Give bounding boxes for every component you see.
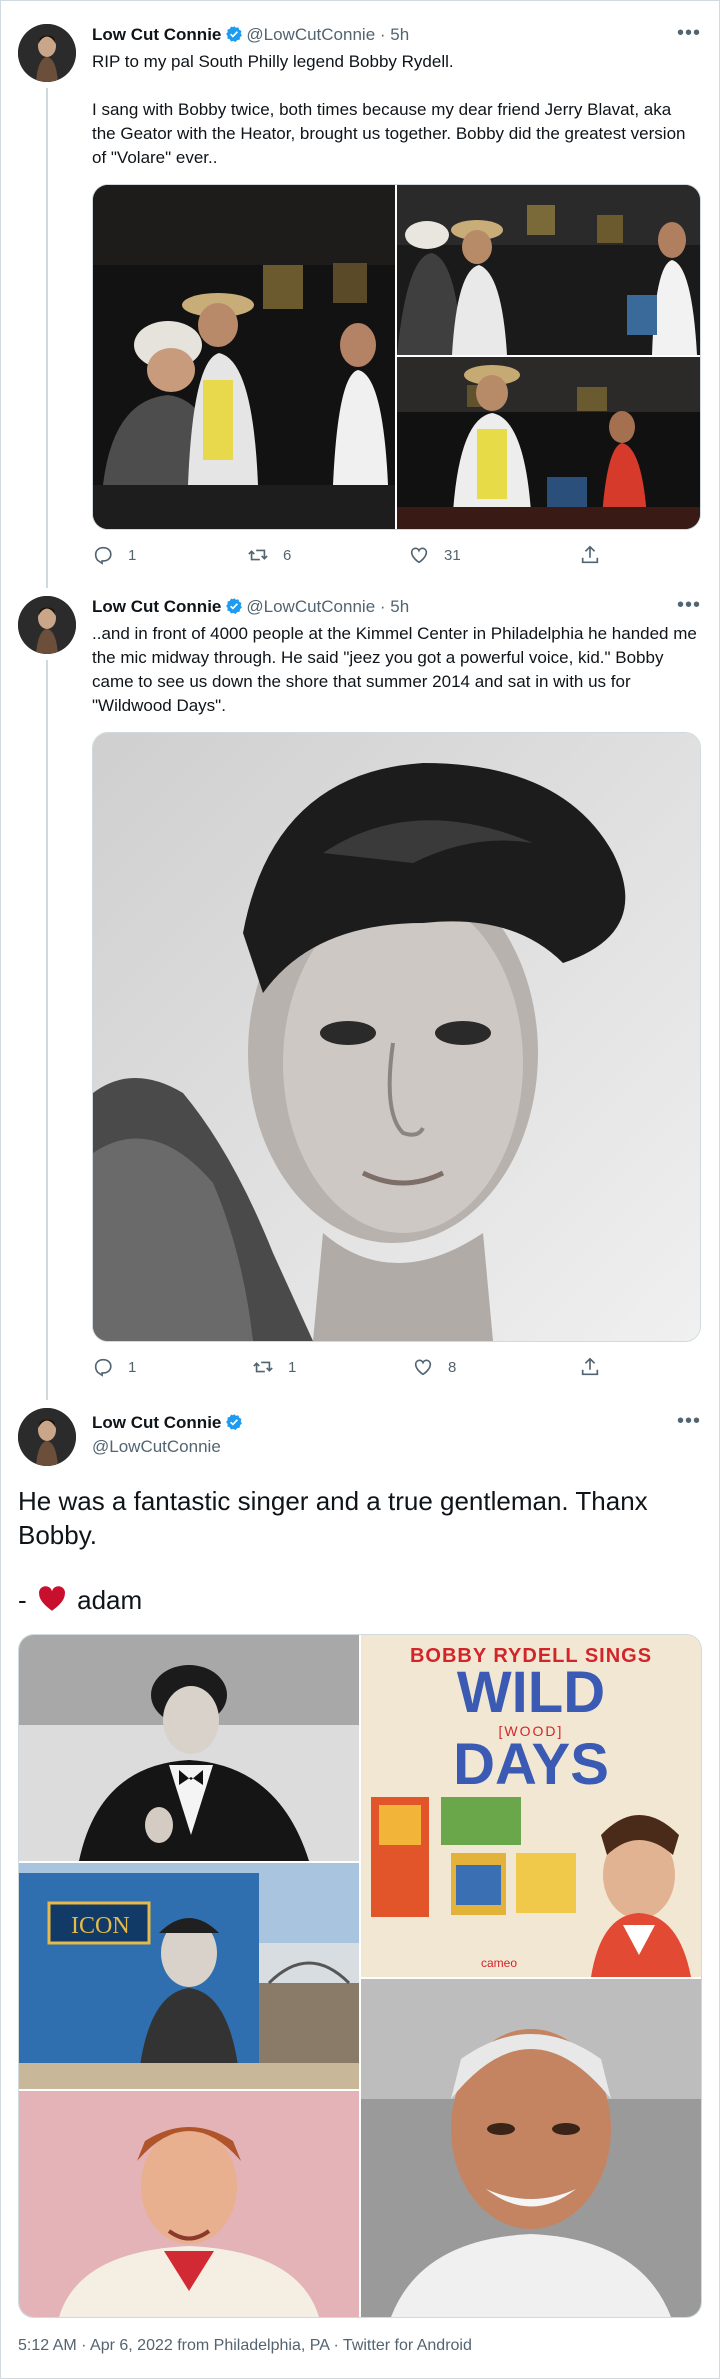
thread-line: [46, 88, 48, 588]
like-button[interactable]: 8: [412, 1356, 456, 1378]
photo-older-man[interactable]: [361, 1979, 701, 2317]
handle[interactable]: @LowCutConnie: [246, 597, 375, 616]
tweet-timestamp-footer[interactable]: 5:12 AM · Apr 6, 2022 from Philadelphia,…: [18, 2337, 472, 2355]
tweet-actions: 1 6 31: [92, 544, 697, 568]
tweet-text: RIP to my pal South Philly legend Bobby …: [92, 52, 686, 167]
tweet-media-grid[interactable]: [92, 184, 701, 530]
timestamp[interactable]: 5h: [390, 597, 409, 616]
avatar[interactable]: [18, 24, 76, 82]
album-title-days: DAYS: [453, 1732, 609, 1797]
photo-red-sweater[interactable]: [19, 2091, 359, 2317]
album-label: cameo: [481, 1956, 517, 1970]
separator: ·: [379, 597, 386, 616]
retweet-icon: [248, 549, 268, 561]
like-count: 8: [448, 1358, 457, 1376]
album-art: cameo: [371, 1797, 691, 1977]
share-button[interactable]: [579, 544, 601, 566]
photo-stage-singer[interactable]: [397, 357, 700, 529]
photo-stage-two-men[interactable]: [93, 185, 395, 529]
handle[interactable]: @LowCutConnie: [246, 25, 375, 44]
signature-name: adam: [77, 1585, 143, 1615]
tweet-media[interactable]: [92, 732, 701, 1342]
reply-count: 1: [128, 1358, 137, 1376]
avatar[interactable]: [18, 596, 76, 654]
thread-line: [46, 660, 48, 1400]
tweet-media-grid[interactable]: BOBBY RYDELL SINGS WILD [WOOD] DAYS came…: [18, 1634, 702, 2318]
reply-icon: [94, 1358, 112, 1377]
like-button[interactable]: 31: [408, 544, 461, 566]
album-cover[interactable]: BOBBY RYDELL SINGS WILD [WOOD] DAYS came…: [361, 1635, 701, 1977]
retweet-button[interactable]: 6: [247, 544, 291, 566]
share-icon: [581, 545, 599, 564]
verified-badge-icon: [225, 25, 243, 49]
heart-emoji-icon: [38, 1586, 66, 1620]
photo-tuxedo[interactable]: [19, 1635, 359, 1861]
portrait-photo: [93, 733, 700, 1341]
display-name[interactable]: Low Cut Connie: [92, 597, 221, 616]
reply-button[interactable]: 1: [92, 1356, 136, 1378]
signature: - adam: [18, 1583, 142, 1620]
retweet-icon: [253, 1361, 273, 1373]
mural-sign: ICON: [71, 1913, 130, 1939]
separator: ·: [379, 25, 386, 44]
verified-badge-icon: [225, 597, 243, 621]
retweet-button[interactable]: 1: [252, 1356, 296, 1378]
photo-stage-three[interactable]: [397, 185, 700, 355]
display-name[interactable]: Low Cut Connie: [92, 1413, 221, 1432]
avatar[interactable]: [18, 1408, 76, 1466]
verified-badge-icon: [225, 1413, 243, 1437]
handle[interactable]: @LowCutConnie: [92, 1436, 221, 1458]
reply-button[interactable]: 1: [92, 544, 136, 566]
album-title-wild: WILD: [456, 1660, 606, 1725]
heart-icon: [410, 547, 428, 564]
timestamp[interactable]: 5h: [390, 25, 409, 44]
photo-mural[interactable]: ICON: [19, 1863, 359, 2089]
signature-dash: -: [18, 1585, 27, 1615]
tweet-actions: 1 1 8: [92, 1356, 697, 1380]
retweet-count: 6: [283, 546, 292, 564]
reply-icon: [94, 546, 112, 565]
more-options-icon[interactable]: •••: [677, 594, 701, 617]
tweet-header: Low Cut Connie: [92, 1412, 246, 1437]
display-name[interactable]: Low Cut Connie: [92, 25, 221, 44]
main-tweet-text: He was a fantastic singer and a true gen…: [18, 1486, 648, 1550]
tweet-header: Low Cut Connie @LowCutConnie · 5h: [92, 596, 409, 621]
tweet-text: ..and in front of 4000 people at the Kim…: [92, 624, 697, 715]
heart-icon: [414, 1359, 432, 1376]
share-icon: [581, 1357, 599, 1376]
tweet-header: Low Cut Connie @LowCutConnie · 5h: [92, 24, 409, 49]
share-button[interactable]: [579, 1356, 601, 1378]
like-count: 31: [444, 546, 461, 564]
more-options-icon[interactable]: •••: [677, 1410, 701, 1433]
retweet-count: 1: [288, 1358, 297, 1376]
reply-count: 1: [128, 546, 137, 564]
more-options-icon[interactable]: •••: [677, 22, 701, 45]
